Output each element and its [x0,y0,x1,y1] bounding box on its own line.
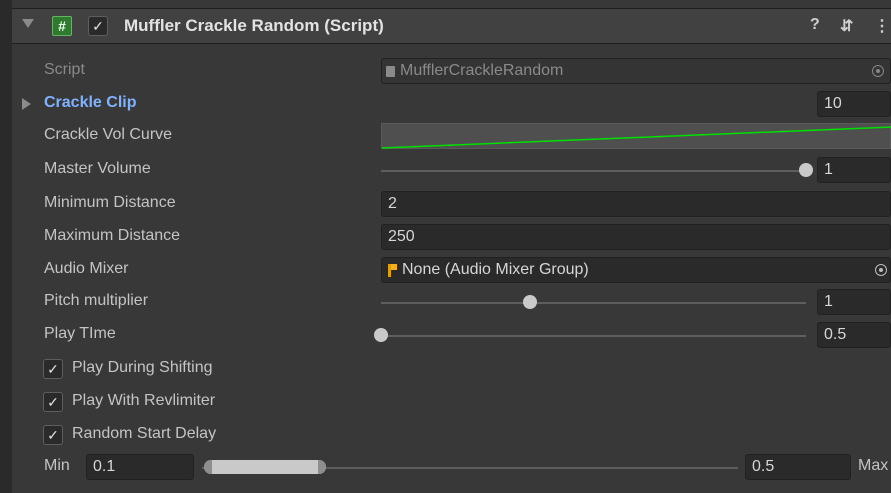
minimum-distance-label: Minimum Distance [44,194,176,211]
play-time-field[interactable]: 0.5 [817,322,891,348]
foldout-arrow-icon[interactable] [22,19,34,28]
expand-arrow-icon[interactable] [22,98,31,110]
crackle-clip-label[interactable]: Crackle Clip [44,94,136,112]
play-during-shifting-label: Play During Shifting [72,359,213,376]
audio-mixer-value: None (Audio Mixer Group) [402,261,589,278]
component-enabled-checkbox[interactable]: ✓ [88,16,108,36]
max-value-field[interactable]: 0.5 [745,454,851,480]
help-icon[interactable]: ? [810,16,820,34]
script-row: Script MufflerCrackleRandom [0,55,891,87]
play-during-shifting-checkbox[interactable]: ✓ [43,359,63,379]
minimum-distance-row: Minimum Distance 2 [0,188,891,220]
pitch-multiplier-slider-track[interactable] [381,302,806,304]
more-options-icon[interactable]: ⋮ [874,16,890,36]
master-volume-row: Master Volume 1 [0,154,891,186]
min-max-slider-range[interactable] [204,460,326,474]
crackle-clip-size-field[interactable]: 10 [817,91,891,117]
master-volume-label: Master Volume [44,160,151,177]
random-start-delay-label: Random Start Delay [72,425,217,442]
maximum-distance-field[interactable]: 250 [381,224,891,250]
object-picker-icon[interactable] [875,264,887,276]
min-label: Min [44,457,70,474]
play-time-slider-handle[interactable] [374,328,388,342]
crackle-vol-curve-label: Crackle Vol Curve [44,126,173,143]
maximum-distance-row: Maximum Distance 250 [0,221,891,253]
master-volume-slider-handle[interactable] [799,163,813,177]
min-handle[interactable] [204,460,212,474]
presets-icon[interactable]: ⇵ [840,16,853,36]
max-handle[interactable] [318,460,326,474]
min-value-field[interactable]: 0.1 [86,454,194,480]
script-field-value: MufflerCrackleRandom [400,62,564,79]
audio-mixer-group-flag-icon [391,264,397,270]
curve-field[interactable] [381,123,891,149]
curve-line [382,126,891,149]
crackle-clip-row[interactable]: Crackle Clip 10 [0,88,891,120]
audio-mixer-label: Audio Mixer [44,260,129,277]
script-label: Script [44,61,85,78]
pitch-multiplier-label: Pitch multiplier [44,292,149,309]
random-start-delay-row[interactable]: ✓ Random Start Delay [0,419,891,451]
play-with-revlimiter-label: Play With Revlimiter [72,392,216,409]
minimum-distance-field[interactable]: 2 [381,191,891,217]
random-start-delay-checkbox[interactable]: ✓ [43,425,63,445]
pitch-multiplier-row: Pitch multiplier 1 [0,286,891,318]
inspector-panel: # ✓ Muffler Crackle Random (Script) ? ⇵ … [0,0,891,493]
script-field: MufflerCrackleRandom [381,58,891,84]
play-during-shifting-row[interactable]: ✓ Play During Shifting [0,353,891,385]
script-file-icon [386,66,395,77]
min-max-range-row: Min 0.1 0.5 Max [0,451,891,483]
play-time-label: Play TIme [44,325,116,342]
pitch-multiplier-field[interactable]: 1 [817,289,891,315]
component-title: Muffler Crackle Random (Script) [124,16,384,35]
play-time-row: Play TIme 0.5 [0,319,891,351]
play-time-slider-track[interactable] [381,335,806,337]
play-with-revlimiter-checkbox[interactable]: ✓ [43,392,63,412]
max-label: Max [858,457,889,474]
play-with-revlimiter-row[interactable]: ✓ Play With Revlimiter [0,386,891,418]
script-icon: # [52,16,72,36]
master-volume-field[interactable]: 1 [817,157,891,183]
component-header[interactable]: # ✓ Muffler Crackle Random (Script) ? ⇵ … [12,8,891,44]
maximum-distance-label: Maximum Distance [44,227,181,244]
master-volume-slider-track[interactable] [381,170,806,172]
curve-graph [382,126,891,149]
audio-mixer-field[interactable]: None (Audio Mixer Group) [381,257,891,283]
audio-mixer-row: Audio Mixer None (Audio Mixer Group) [0,254,891,286]
object-picker-icon [872,65,884,77]
pitch-multiplier-slider-handle[interactable] [522,295,537,309]
